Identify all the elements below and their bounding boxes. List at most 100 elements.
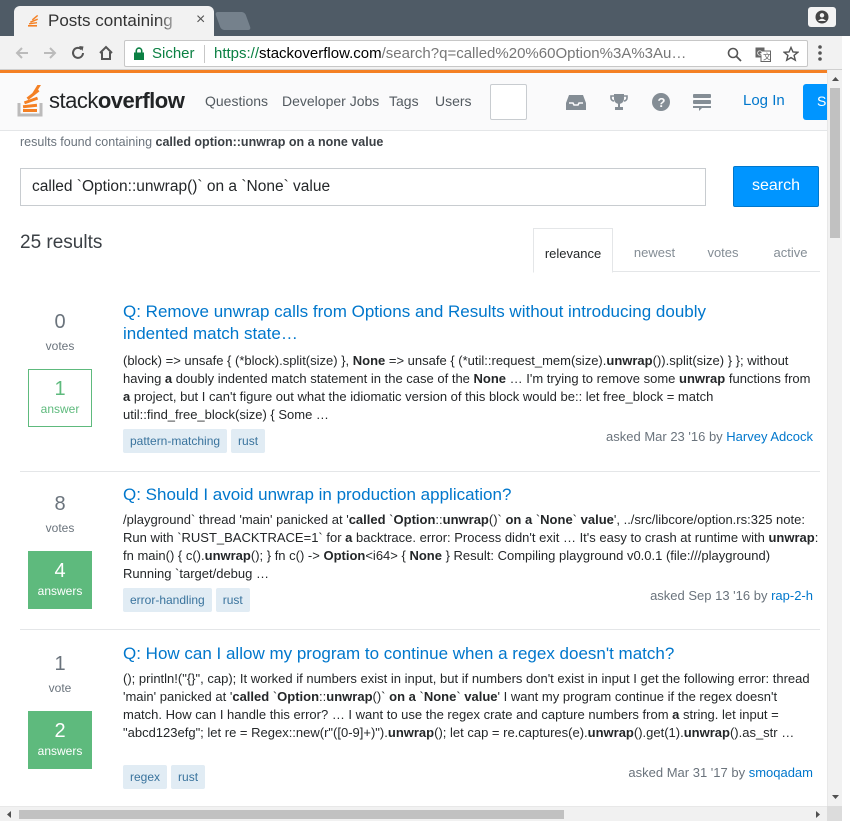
vertical-scrollbar[interactable]: [827, 70, 842, 806]
vote-label: votes: [45, 521, 75, 535]
browser-tab[interactable]: Posts containing ×: [14, 6, 214, 36]
answer-label: answers: [37, 584, 83, 598]
login-link[interactable]: Log In: [743, 92, 785, 109]
tag[interactable]: rust: [215, 588, 250, 612]
vote-count: 8: [54, 493, 66, 515]
scroll-up-icon[interactable]: [828, 73, 843, 85]
svg-text:文: 文: [763, 51, 771, 61]
browser-toolbar: Sicher https://stackoverflow.com/search?…: [0, 36, 850, 70]
new-tab-button[interactable]: [214, 12, 252, 30]
lock-icon: [134, 47, 144, 60]
question-title-line: Q: Remove unwrap calls from Options and …: [123, 302, 707, 321]
stackoverflow-favicon-icon: [28, 14, 39, 27]
browser-menu-icon[interactable]: [817, 44, 823, 62]
search-button[interactable]: search: [733, 166, 819, 207]
url-host: stackoverflow.com: [259, 45, 382, 62]
url-text[interactable]: https://stackoverflow.com/search?q=calle…: [214, 45, 714, 62]
question-title-link[interactable]: Q: How can I allow my program to continu…: [123, 643, 819, 665]
nav-tags[interactable]: Tags: [389, 93, 419, 109]
result-body: Q: How can I allow my program to continu…: [123, 643, 819, 742]
horizontal-scroll-thumb[interactable]: [19, 810, 564, 819]
asked-date: asked Mar 31 '17 by: [628, 765, 749, 780]
reload-icon[interactable]: [69, 44, 87, 62]
asked-info: asked Sep 13 '16 by rap-2-h: [650, 588, 813, 603]
tab-newest[interactable]: newest: [621, 228, 688, 272]
results-found-caption: results found containing called option::…: [20, 135, 383, 149]
search-result: 0 votes 1 answer Q: Remove unwrap calls …: [20, 272, 820, 472]
tag-list: regex rust: [123, 765, 209, 789]
tag[interactable]: rust: [171, 765, 206, 789]
translate-icon[interactable]: 文G: [755, 47, 771, 67]
asked-date: asked Sep 13 '16 by: [650, 588, 772, 603]
vote-count: 0: [54, 311, 66, 333]
answer-count: 4: [54, 560, 66, 582]
vote-label: votes: [45, 339, 75, 353]
answer-count: 2: [54, 720, 66, 742]
forward-arrow-icon[interactable]: [41, 44, 59, 62]
tag-list: pattern-matching rust: [123, 429, 269, 453]
scroll-left-icon[interactable]: [3, 807, 15, 822]
answer-label: answers: [37, 744, 83, 758]
asked-info: asked Mar 23 '16 by Harvey Adcock: [606, 429, 813, 444]
question-title-link[interactable]: Q: Remove unwrap calls from Options and …: [123, 301, 819, 345]
tab-votes[interactable]: votes: [695, 228, 751, 272]
tab-relevance[interactable]: relevance: [533, 228, 613, 273]
inbox-icon[interactable]: [565, 92, 587, 112]
result-stats: 1 vote 2 answers: [28, 652, 92, 769]
signup-button[interactable]: S: [803, 84, 827, 120]
result-stats: 8 votes 4 answers: [28, 492, 92, 609]
help-icon[interactable]: ?: [651, 92, 671, 112]
result-stats: 0 votes 1 answer: [28, 310, 92, 427]
tab-active[interactable]: active: [761, 228, 820, 272]
address-bar[interactable]: Sicher https://stackoverflow.com/search?…: [124, 40, 808, 67]
answer-label: answer: [40, 402, 80, 416]
url-scheme: https://: [214, 45, 260, 62]
window-bottom-edge: [0, 821, 850, 832]
site-switcher-icon[interactable]: [692, 92, 712, 112]
result-body: Q: Should I avoid unwrap in production a…: [123, 484, 819, 583]
logo-text-bold: overflow: [97, 88, 185, 113]
question-title-line: indented match state…: [123, 324, 298, 343]
user-link[interactable]: Harvey Adcock: [726, 429, 813, 444]
question-excerpt: (); println!("{}", cap); It worked if nu…: [123, 671, 810, 740]
tag[interactable]: error-handling: [123, 588, 212, 612]
tab-title: Posts containing: [48, 11, 173, 30]
tag[interactable]: pattern-matching: [123, 429, 228, 453]
question-title-link[interactable]: Q: Should I avoid unwrap in production a…: [123, 484, 819, 506]
results-count: 25 results: [20, 232, 103, 253]
tag[interactable]: regex: [123, 765, 168, 789]
answer-count-badge: 1 answer: [28, 369, 92, 427]
search-query-input[interactable]: called `Option::unwrap()` on a `None` va…: [20, 168, 706, 206]
results-found-prefix: results found containing: [20, 135, 156, 149]
user-icon: [815, 10, 829, 24]
sort-tabs: relevance newest votes active: [533, 228, 820, 273]
achievements-trophy-icon[interactable]: [609, 92, 629, 112]
tag-list: error-handling rust: [123, 588, 254, 612]
answer-count-badge: 2 answers: [28, 711, 92, 769]
nav-questions[interactable]: Questions: [205, 93, 268, 109]
scroll-right-icon[interactable]: [812, 807, 824, 822]
user-link[interactable]: smoqadam: [749, 765, 813, 780]
zoom-icon[interactable]: [727, 47, 742, 67]
scrollbar-corner: [827, 806, 842, 821]
bookmark-star-icon[interactable]: [782, 45, 800, 67]
home-icon[interactable]: [97, 44, 115, 62]
user-link[interactable]: rap-2-h: [771, 588, 813, 603]
stackoverflow-logo-icon: [17, 85, 43, 117]
result-body: Q: Remove unwrap calls from Options and …: [123, 301, 819, 424]
profile-button[interactable]: [808, 7, 836, 27]
asked-info: asked Mar 31 '17 by smoqadam: [628, 765, 813, 780]
header-search-input[interactable]: [490, 84, 527, 120]
tag[interactable]: rust: [231, 429, 266, 453]
nav-developer-jobs[interactable]: Developer Jobs: [282, 93, 379, 109]
logo-text: stackoverflow: [49, 88, 185, 114]
secure-label: Sicher: [152, 45, 195, 62]
scroll-down-icon[interactable]: [828, 791, 843, 803]
nav-users[interactable]: Users: [435, 93, 472, 109]
back-arrow-icon[interactable]: [13, 44, 31, 62]
asked-date: asked Mar 23 '16 by: [606, 429, 727, 444]
tab-close-icon[interactable]: ×: [196, 11, 205, 29]
vertical-scroll-thumb[interactable]: [830, 88, 840, 238]
url-separator: [204, 45, 205, 63]
horizontal-scrollbar[interactable]: [0, 806, 827, 821]
